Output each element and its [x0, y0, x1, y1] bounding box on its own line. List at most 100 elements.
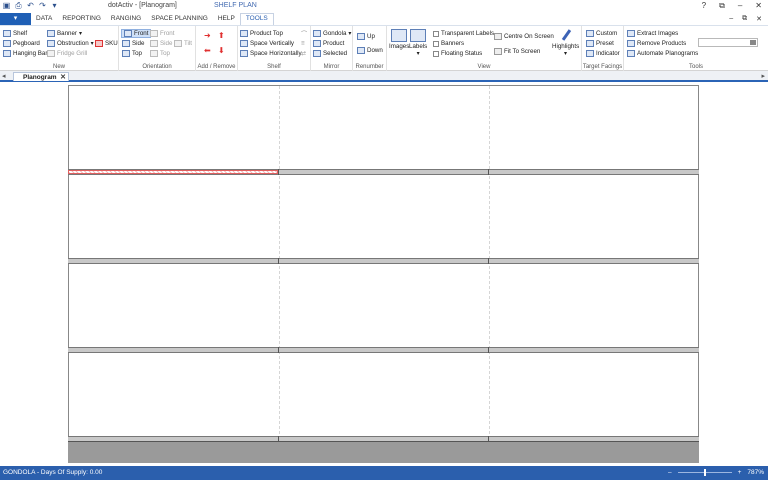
top-view-icon [122, 50, 130, 57]
shelf-separator [278, 347, 279, 353]
shelf[interactable] [68, 347, 699, 353]
target-indicator-button[interactable]: Indicator [586, 49, 620, 58]
remove-products-button[interactable]: Remove Products [627, 39, 686, 48]
tab-help[interactable]: HELP [213, 13, 240, 25]
automate-planograms-button[interactable]: Automate Planograms [627, 49, 698, 58]
extract-images-icon [627, 30, 635, 37]
new-hanging-bar-button[interactable]: Hanging Bar [3, 49, 47, 58]
remove-facing-down-icon[interactable]: ⬇ [218, 46, 225, 55]
tab-tools[interactable]: TOOLS [239, 13, 274, 25]
status-bar: GONDOLA - Days Of Supply: 0.00 – + 787% [0, 466, 768, 480]
shelf[interactable] [68, 169, 699, 175]
document-tab-planogram[interactable]: Planogram ✕ [13, 72, 69, 81]
group-shelf: Product Top Space Vertically Space Horiz… [238, 26, 311, 71]
doc-restore-icon[interactable]: ⧉ [742, 15, 747, 23]
zoom-in-icon[interactable]: + [738, 469, 742, 476]
zoom-slider[interactable] [677, 469, 732, 476]
file-menu-button[interactable]: ▾ [0, 13, 31, 25]
transparent-labels-checkbox[interactable]: Transparent Labels [433, 29, 494, 38]
obstruction-icon [47, 40, 55, 47]
banners-checkbox[interactable]: Banners [433, 39, 464, 48]
gondola-base[interactable] [68, 441, 699, 463]
scroll-right-icon[interactable]: ▸ [761, 72, 765, 80]
remove-facing-left-icon[interactable]: ⬅ [204, 46, 211, 55]
help-icon[interactable]: ? [702, 1, 706, 11]
print-icon[interactable]: ⎙ [14, 1, 23, 10]
doc-close-icon[interactable]: ✕ [756, 15, 762, 23]
document-tab-strip: ◂ Planogram ✕ ▸ [0, 71, 768, 82]
space-vertically-button[interactable]: Space Vertically [240, 39, 294, 48]
redo-icon[interactable]: ↷ [38, 1, 47, 10]
hanging-bar-icon [3, 50, 11, 57]
renumber-up-button[interactable]: Up [357, 32, 375, 41]
shelf[interactable] [68, 258, 699, 264]
close-icon[interactable]: ✕ [755, 1, 762, 11]
group-label-shelf: Shelf [267, 64, 281, 70]
app-menu-icon[interactable]: ▣ [2, 1, 11, 10]
new-shelf-button[interactable]: Shelf [3, 29, 27, 38]
add-facing-up-icon[interactable]: ⬆ [218, 31, 225, 40]
shelf-separator [488, 258, 489, 264]
doc-minimize-icon[interactable]: – [729, 15, 733, 23]
preset-icon [586, 40, 594, 47]
renumber-down-button[interactable]: Down [357, 46, 383, 55]
target-custom-button[interactable]: Custom [586, 29, 617, 38]
tab-reporting[interactable]: REPORTING [57, 13, 106, 25]
mirror-selected-button[interactable]: Selected [313, 49, 347, 58]
tab-data[interactable]: DATA [31, 13, 57, 25]
centre-on-screen-button[interactable]: Centre On Screen [494, 32, 554, 41]
tab-space-planning[interactable]: SPACE PLANNING [146, 13, 213, 25]
fit-to-screen-button[interactable]: Fit To Screen [494, 47, 540, 56]
window-controls: ? ⧉ – ✕ [702, 1, 762, 11]
tab-ranging[interactable]: RANGING [106, 13, 146, 25]
gondola[interactable] [68, 85, 699, 463]
orientation-side-alt-button[interactable]: Side [150, 39, 172, 48]
restore-icon[interactable]: ⧉ [719, 1, 725, 11]
new-pegboard-button[interactable]: Pegboard [3, 39, 40, 48]
zoom-out-icon[interactable]: – [668, 469, 672, 476]
new-banner-button[interactable]: Banner ▾ [47, 29, 82, 38]
new-fridge-grill-button[interactable]: Fridge Grill [47, 49, 87, 58]
highlights-button[interactable]: Highlights ▾ [552, 29, 579, 57]
planogram-canvas[interactable] [0, 83, 768, 465]
orientation-top-alt-button[interactable]: Top [150, 49, 170, 58]
undo-icon[interactable]: ↶ [26, 1, 35, 10]
add-facing-right-icon[interactable]: ➜ [204, 31, 211, 40]
new-obstruction-button[interactable]: Obstruction ▾ [47, 39, 94, 48]
product-icon [313, 40, 321, 47]
scroll-left-icon[interactable]: ◂ [2, 72, 6, 80]
shelf-option-3-icon[interactable]: ⇄ [301, 49, 306, 58]
mirror-product-button[interactable]: Product [313, 39, 344, 48]
new-sku-button[interactable]: SKU [95, 39, 118, 48]
context-tab-shelf-plan[interactable]: SHELF PLAN [214, 2, 257, 9]
shelf-option-1-icon[interactable]: ⌒ [301, 29, 307, 38]
shelf-option-2-icon[interactable]: ≡ [301, 39, 305, 48]
chevron-down-icon: ▾ [90, 40, 94, 47]
orientation-front-alt-button[interactable]: Front [150, 29, 174, 38]
mirror-gondola-button[interactable]: Gondola ▾ [313, 29, 352, 38]
selected-shelf-segment[interactable] [68, 170, 278, 174]
minimize-icon[interactable]: – [738, 1, 742, 11]
labels-button[interactable]: Labels ▾ [409, 29, 427, 57]
floating-status-checkbox[interactable]: Floating Status [433, 49, 482, 58]
orientation-tilt-button[interactable]: Tilt [174, 39, 192, 48]
zoom-control: – + 787% [668, 469, 764, 476]
space-horizontally-button[interactable]: Space Horizontally [240, 49, 302, 58]
fridge-grill-icon [47, 50, 55, 57]
side-alt-icon [150, 40, 158, 47]
images-button[interactable]: Images [389, 29, 409, 50]
customize-toolbar-icon[interactable]: ▾ [50, 1, 59, 10]
group-target-facings: Custom Preset Indicator Target Facings [582, 26, 624, 71]
target-preset-button[interactable]: Preset [586, 39, 614, 48]
orientation-side-button[interactable]: Side [122, 39, 144, 48]
tools-dropdown[interactable] [698, 38, 758, 47]
ribbon-tab-row: ▾ DATA REPORTING RANGING SPACE PLANNING … [0, 13, 768, 25]
centre-icon [494, 33, 502, 40]
close-tab-icon[interactable]: ✕ [60, 73, 66, 81]
orientation-front-button[interactable]: Front [121, 29, 152, 38]
orientation-top-button[interactable]: Top [122, 49, 142, 58]
product-top-button[interactable]: Product Top [240, 29, 283, 38]
sku-icon [95, 40, 103, 47]
extract-images-button[interactable]: Extract Images [627, 29, 678, 38]
renumber-down-icon [357, 47, 365, 54]
